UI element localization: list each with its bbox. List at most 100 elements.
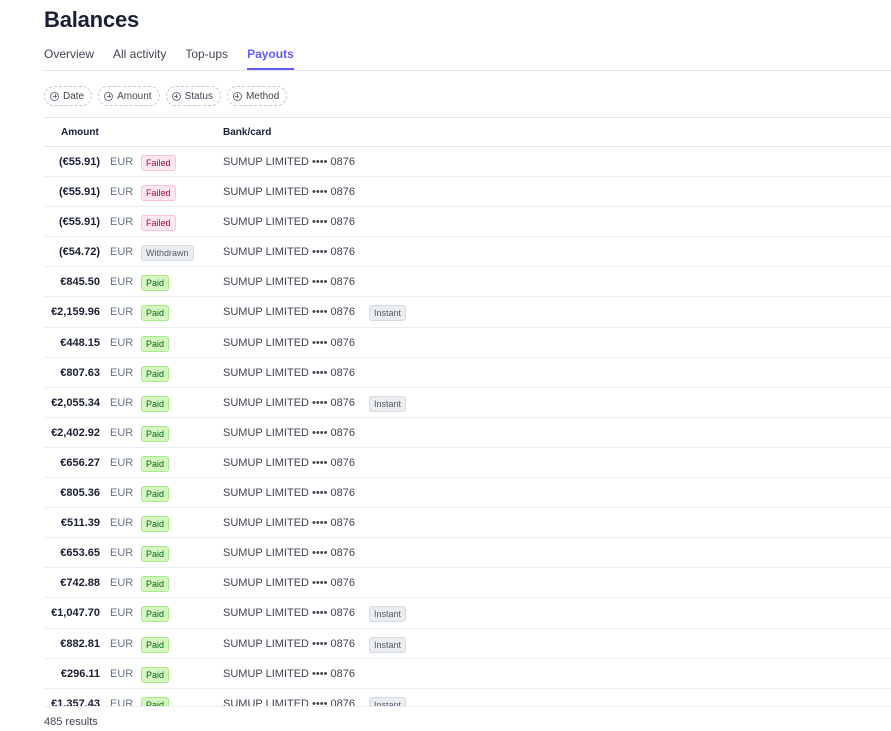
divider: [44, 706, 891, 707]
amount-cell: €807.63: [60, 366, 100, 379]
bank-card-cell: SUMUP LIMITED •••• 0876: [223, 697, 355, 706]
status-badge: Failed: [141, 215, 176, 232]
bank-card-cell: SUMUP LIMITED •••• 0876: [223, 366, 355, 379]
currency-cell: EUR: [110, 396, 134, 409]
currency-cell: EUR: [110, 336, 134, 349]
table-row[interactable]: €805.36 EUR Paid SUMUP LIMITED •••• 0876: [44, 478, 891, 509]
amount-cell: €653.65: [60, 547, 100, 560]
table-row[interactable]: €2,402.92 EUR Paid SUMUP LIMITED •••• 0876: [44, 418, 891, 448]
payouts-table: Amount Bank/card (€55.91) EUR Failed SUMUP …: [44, 117, 891, 706]
add-circle-icon: [104, 91, 114, 101]
add-circle-icon: [50, 91, 59, 101]
table-row[interactable]: (€54.72) EUR Withdrawn SUMUP LIMITED •••• 0…: [44, 237, 891, 268]
table-row[interactable]: (€55.91) EUR Failed SUMUP LIMITED •••• 0876: [44, 177, 891, 208]
bank-card-cell: SUMUP LIMITED •••• 0876: [223, 577, 355, 590]
bank-card-cell: SUMUP LIMITED •••• 0876: [223, 667, 355, 680]
currency-cell: EUR: [110, 607, 134, 620]
tab-overview[interactable]: Overview: [44, 40, 94, 68]
amount-cell: €2,159.96: [51, 306, 100, 319]
bank-card-cell: SUMUP LIMITED •••• 0876: [223, 336, 355, 349]
currency-cell: EUR: [110, 456, 134, 469]
amount-cell: €296.11: [60, 667, 100, 680]
amount-cell: €2,055.34: [51, 396, 100, 409]
status-badge: Paid: [141, 455, 170, 472]
amount-cell: (€54.72): [59, 246, 100, 259]
filter-label: Status: [184, 90, 213, 102]
status-badge: Paid: [141, 606, 170, 623]
status-badge: Paid: [141, 365, 170, 382]
bank-card-cell: SUMUP LIMITED •••• 0876: [223, 517, 355, 530]
filter-label: Method: [245, 90, 280, 102]
bank-card-cell: SUMUP LIMITED •••• 0876: [223, 276, 355, 289]
amount-cell: €1,357.43: [51, 697, 100, 706]
table-row[interactable]: €2,159.96 EUR Paid SUMUP LIMITED •••• 0876 I…: [44, 297, 891, 328]
currency-cell: EUR: [110, 697, 134, 706]
tab-payouts[interactable]: Payouts: [247, 40, 294, 70]
filter-bar: Date Amount Status Method: [44, 86, 293, 106]
currency-cell: EUR: [110, 667, 134, 680]
filter-date-button[interactable]: Date: [44, 86, 93, 106]
table-row[interactable]: €656.27 EUR Paid SUMUP LIMITED •••• 0876: [44, 448, 891, 479]
table-row[interactable]: €742.88 EUR Paid SUMUP LIMITED •••• 0876: [44, 568, 891, 599]
filter-label: Date: [63, 90, 85, 102]
currency-cell: EUR: [110, 186, 134, 199]
status-badge: Paid: [141, 546, 170, 563]
table-row[interactable]: (€55.91) EUR Failed SUMUP LIMITED •••• 0876: [44, 207, 891, 238]
table-row[interactable]: €448.15 EUR Paid SUMUP LIMITED •••• 0876: [44, 328, 891, 358]
currency-cell: EUR: [110, 276, 134, 289]
table-row[interactable]: €653.65 EUR Paid SUMUP LIMITED •••• 0876: [44, 538, 891, 569]
filter-label: Amount: [117, 90, 152, 102]
amount-cell: €845.50: [60, 276, 100, 289]
bank-card-cell: SUMUP LIMITED •••• 0876: [223, 216, 355, 229]
instant-badge: Instant: [369, 395, 407, 412]
filter-method-button[interactable]: Method: [226, 86, 288, 106]
currency-cell: EUR: [110, 577, 134, 590]
currency-cell: EUR: [110, 366, 134, 379]
tab-bar: Overview All activity Top-ups Payouts: [44, 40, 891, 71]
table-row[interactable]: €807.63 EUR Paid SUMUP LIMITED •••• 0876: [44, 358, 891, 388]
instant-badge: Instant: [369, 636, 407, 653]
table-row[interactable]: €1,357.43 EUR Paid SUMUP LIMITED •••• 0876 I…: [44, 689, 891, 706]
status-badge: Paid: [141, 305, 170, 322]
amount-cell: €1,047.70: [51, 607, 100, 620]
status-badge: Paid: [141, 395, 170, 412]
filter-amount-button[interactable]: Amount: [98, 86, 160, 106]
status-badge: Withdrawn: [141, 245, 194, 262]
status-badge: Paid: [141, 425, 170, 442]
bank-card-cell: SUMUP LIMITED •••• 0876: [223, 426, 355, 439]
filter-status-button[interactable]: Status: [165, 86, 221, 106]
amount-cell: €656.27: [60, 456, 100, 469]
status-badge: Paid: [141, 516, 170, 533]
currency-cell: EUR: [110, 426, 134, 439]
status-badge: Failed: [141, 185, 176, 202]
table-row[interactable]: €2,055.34 EUR Paid SUMUP LIMITED •••• 0876 I…: [44, 388, 891, 418]
column-header-bank[interactable]: Bank/card: [223, 127, 271, 138]
tab-top-ups[interactable]: Top-ups: [185, 40, 228, 68]
instant-badge: Instant: [369, 606, 407, 623]
status-badge: Paid: [141, 636, 170, 653]
column-header-amount[interactable]: Amount: [61, 127, 101, 138]
table-row[interactable]: €296.11 EUR Paid SUMUP LIMITED •••• 0876: [44, 659, 891, 689]
table-row[interactable]: €845.50 EUR Paid SUMUP LIMITED •••• 0876: [44, 267, 891, 298]
status-badge: Paid: [141, 666, 170, 683]
table-row[interactable]: €1,047.70 EUR Paid SUMUP LIMITED •••• 0876 I…: [44, 598, 891, 629]
bank-card-cell: SUMUP LIMITED •••• 0876: [223, 306, 355, 319]
amount-cell: €511.39: [60, 517, 100, 530]
add-circle-icon: [232, 91, 242, 101]
bank-card-cell: SUMUP LIMITED •••• 0876: [223, 396, 355, 409]
table-row[interactable]: €882.81 EUR Paid SUMUP LIMITED •••• 0876 Ins…: [44, 629, 891, 659]
currency-cell: EUR: [110, 306, 134, 319]
status-badge: Paid: [141, 335, 170, 352]
bank-card-cell: SUMUP LIMITED •••• 0876: [223, 246, 355, 259]
status-badge: Paid: [141, 275, 170, 292]
amount-cell: (€55.91): [59, 186, 100, 199]
tab-all-activity[interactable]: All activity: [113, 40, 166, 68]
table-row[interactable]: (€55.91) EUR Failed SUMUP LIMITED •••• 0876: [44, 147, 891, 178]
currency-cell: EUR: [110, 246, 134, 259]
amount-cell: €882.81: [60, 637, 100, 650]
amount-cell: €448.15: [60, 336, 100, 349]
currency-cell: EUR: [110, 637, 134, 650]
bank-card-cell: SUMUP LIMITED •••• 0876: [223, 186, 355, 199]
table-row[interactable]: €511.39 EUR Paid SUMUP LIMITED •••• 0876: [44, 508, 891, 539]
bank-card-cell: SUMUP LIMITED •••• 0876: [223, 456, 355, 469]
